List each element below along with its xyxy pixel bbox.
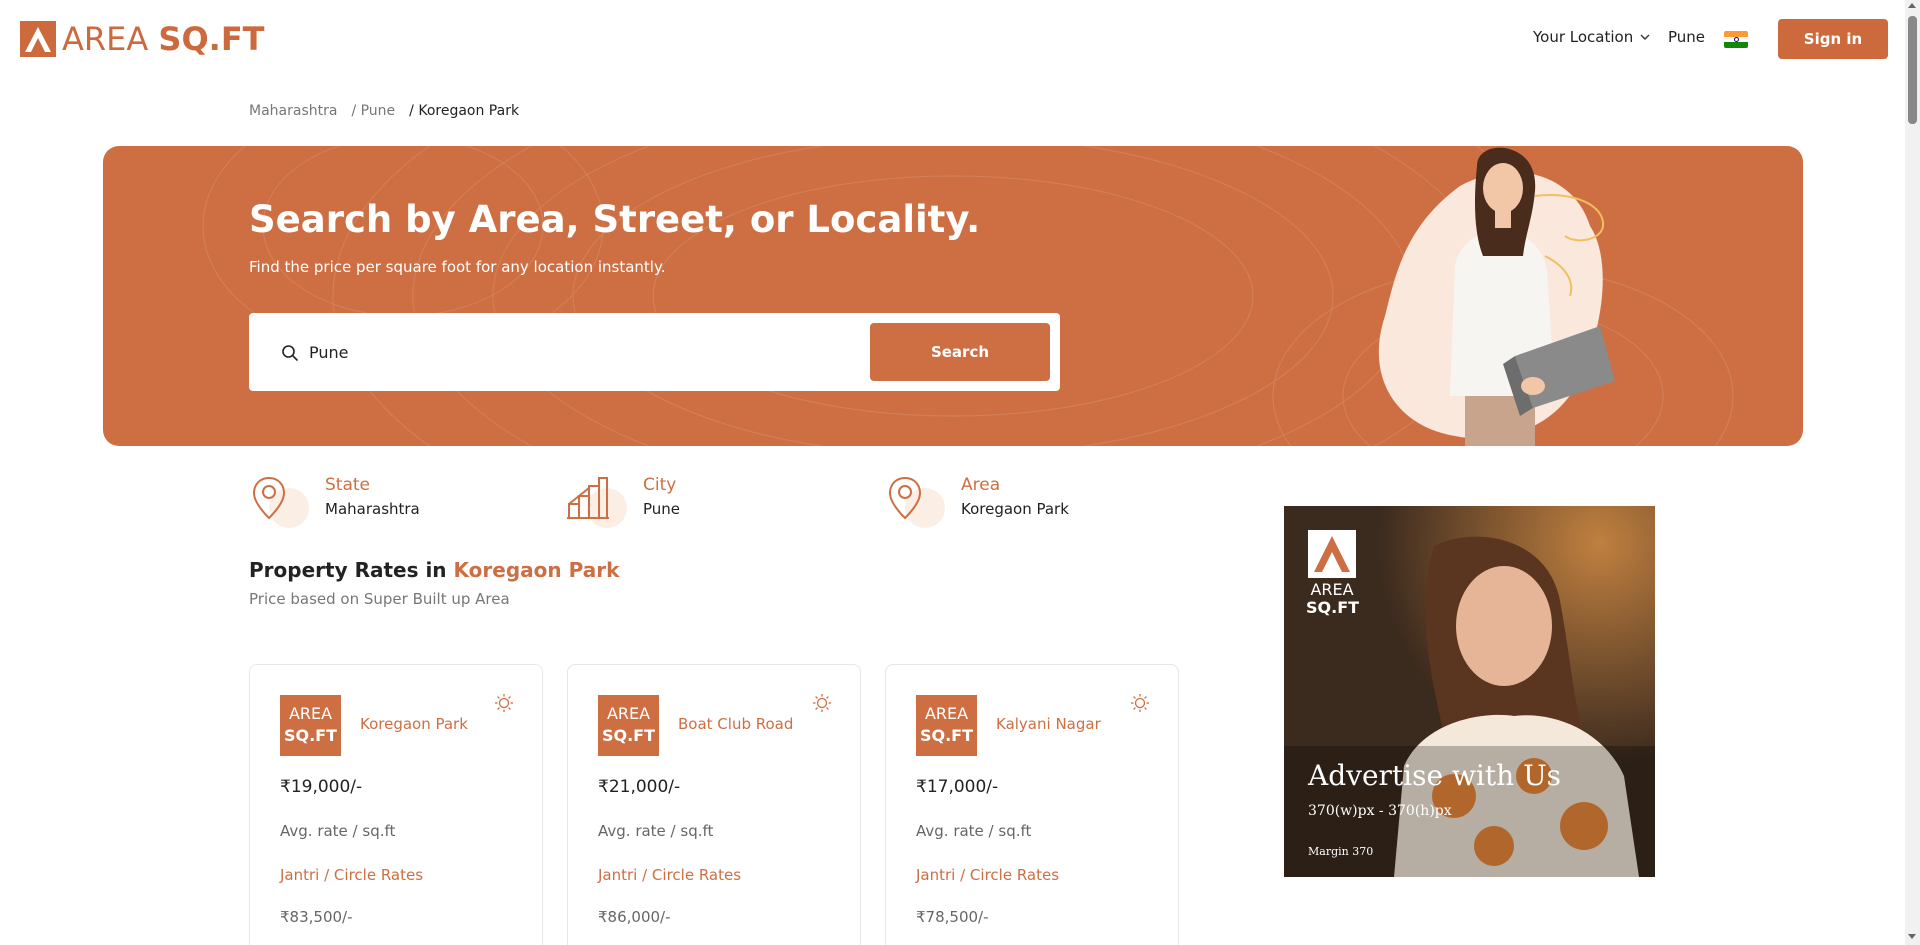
info-city-label: City	[643, 475, 677, 495]
sign-in-button[interactable]: Sign in	[1778, 19, 1888, 59]
card-avg-label: Avg. rate / sq.ft	[280, 822, 396, 840]
breadcrumb-item-city[interactable]: / Pune	[351, 103, 395, 119]
card-brand-logo: AREA SQ.FT	[916, 695, 977, 756]
card-locality-name[interactable]: Kalyani Nagar	[996, 715, 1101, 733]
card-jantri-label: Jantri / Circle Rates	[280, 866, 424, 884]
info-area-icon-wrap	[885, 474, 945, 530]
page-scrollbar[interactable]	[1905, 0, 1920, 945]
logo-mark-icon	[20, 21, 56, 57]
info-city-value: Pune	[643, 500, 681, 518]
location-pin-icon	[252, 476, 286, 520]
ad-size-text: 370(w)px - 370(h)px	[1308, 803, 1452, 819]
scroll-thumb[interactable]	[1908, 16, 1917, 124]
woman-with-laptop-illustration	[1378, 147, 1615, 446]
hero-banner: Search by Area, Street, or Locality. Fin…	[103, 146, 1803, 446]
card-circle-rate: ₹83,500/-	[280, 908, 353, 926]
card-brand-logo: AREA SQ.FT	[598, 695, 659, 756]
card-logo-line2: SQ.FT	[919, 726, 974, 745]
ad-logo-line2: SQ.FT	[1306, 598, 1360, 617]
card-locality-name[interactable]: Boat Club Road	[678, 715, 793, 733]
card-avg-price: ₹17,000/-	[916, 777, 999, 797]
sun-icon	[813, 694, 831, 712]
property-rates-subtitle: Price based on Super Built up Area	[249, 590, 510, 608]
search-bar: Search	[249, 313, 1060, 391]
scroll-up-arrow-icon[interactable]	[1908, 3, 1916, 8]
logo-text: AREA SQ.FT	[62, 21, 265, 57]
advertisement-banner[interactable]: AREA SQ.FT Advertise with Us 370(w)px - …	[1284, 506, 1655, 877]
rate-card[interactable]: AREA SQ.FT Boat Club Road ₹21,000/- Avg.…	[567, 664, 861, 945]
ad-logo-text: AREA SQ.FT	[1306, 580, 1360, 617]
location-label: Your Location	[1533, 28, 1634, 46]
info-area-value: Koregaon Park	[961, 500, 1069, 518]
card-logo-line2: SQ.FT	[601, 726, 656, 745]
search-icon	[282, 345, 298, 361]
ad-logo-line1: AREA	[1310, 580, 1354, 599]
india-flag-icon	[1724, 31, 1748, 48]
card-avg-label: Avg. rate / sq.ft	[598, 822, 714, 840]
sun-icon	[495, 694, 513, 712]
info-state-icon-wrap	[249, 474, 309, 530]
card-jantri-label: Jantri / Circle Rates	[916, 866, 1060, 884]
ad-margin-text: Margin 370	[1308, 845, 1374, 858]
ad-title: Advertise with Us	[1308, 759, 1562, 792]
info-city-icon-wrap	[567, 474, 627, 530]
card-locality-name[interactable]: Koregaon Park	[360, 715, 468, 733]
sun-icon	[1131, 694, 1149, 712]
search-button[interactable]: Search	[870, 323, 1050, 381]
card-circle-rate: ₹78,500/-	[916, 908, 989, 926]
rate-card[interactable]: AREA SQ.FT Kalyani Nagar ₹17,000/- Avg. …	[885, 664, 1179, 945]
hero-subtitle: Find the price per square foot for any l…	[249, 258, 666, 276]
info-state-label: State	[325, 475, 370, 495]
search-input[interactable]	[309, 335, 809, 369]
card-logo-line2: SQ.FT	[283, 726, 338, 745]
card-avg-price: ₹19,000/-	[280, 777, 363, 797]
breadcrumb: Maharashtra / Pune / Koregaon Park	[249, 103, 519, 119]
rates-title-prefix: Property Rates in	[249, 558, 454, 582]
hero-title: Search by Area, Street, or Locality.	[249, 198, 981, 241]
info-area: Area Koregaon Park	[885, 474, 1069, 530]
card-logo-line1: AREA	[924, 704, 969, 723]
info-state: State Maharashtra	[249, 474, 420, 530]
breadcrumb-item-area: / Koregaon Park	[409, 103, 520, 119]
card-circle-rate: ₹86,000/-	[598, 908, 671, 926]
location-dropdown[interactable]: Your Location	[1533, 28, 1651, 46]
city-buildings-icon	[567, 477, 609, 519]
breadcrumb-item-state[interactable]: Maharashtra	[249, 103, 337, 119]
rates-title-highlight: Koregaon Park	[453, 558, 620, 582]
rate-card[interactable]: AREA SQ.FT Koregaon Park ₹19,000/- Avg. …	[249, 664, 543, 945]
card-jantri-label: Jantri / Circle Rates	[598, 866, 742, 884]
card-logo-line1: AREA	[606, 704, 651, 723]
chevron-down-icon	[1640, 34, 1650, 40]
property-rates-title: Property Rates in Koregaon Park	[249, 558, 619, 582]
card-brand-logo: AREA SQ.FT	[280, 695, 341, 756]
info-city: City Pune	[567, 474, 680, 530]
card-avg-price: ₹21,000/-	[598, 777, 681, 797]
info-state-value: Maharashtra	[325, 500, 420, 518]
ad-logo-mark-icon	[1308, 530, 1356, 578]
card-avg-label: Avg. rate / sq.ft	[916, 822, 1032, 840]
location-pin-icon	[888, 476, 922, 520]
logo-text-light: AREA	[62, 20, 159, 58]
scroll-down-arrow-icon[interactable]	[1908, 934, 1916, 939]
brand-logo[interactable]: AREA SQ.FT	[20, 21, 265, 57]
logo-text-bold: SQ.FT	[158, 20, 265, 58]
card-logo-line1: AREA	[288, 704, 333, 723]
site-header: AREA SQ.FT Your Location Pune Sign in	[0, 0, 1905, 80]
current-city[interactable]: Pune	[1668, 28, 1705, 46]
info-area-label: Area	[961, 475, 1001, 495]
